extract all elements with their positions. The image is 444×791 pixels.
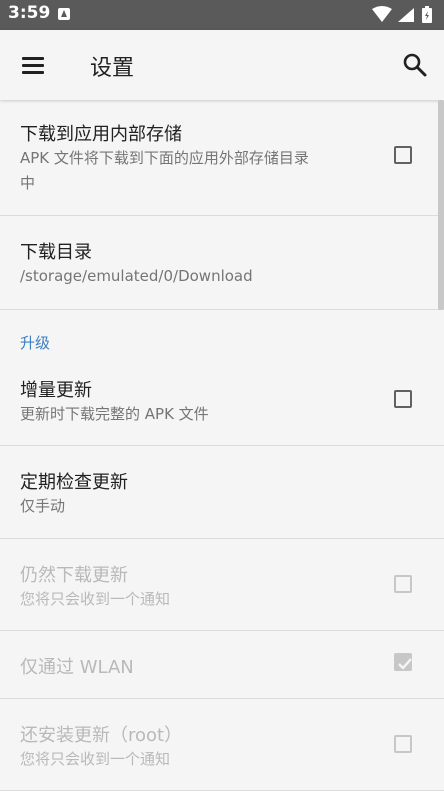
pref-summary-line1: APK 文件将下载到下面的应用外部存储目录	[20, 149, 309, 167]
pref-install-root: 还安装更新（root） 您将只会收到一个通知	[0, 699, 444, 791]
battery-icon	[422, 6, 432, 23]
pref-download-internal-storage[interactable]: 下载到应用内部存储 APK 文件将下载到下面的应用外部存储目录 中	[0, 100, 444, 216]
settings-list: 下载到应用内部存储 APK 文件将下载到下面的应用外部存储目录 中 下载目录 /…	[0, 100, 444, 791]
status-icons	[370, 6, 438, 24]
pref-summary: /storage/emulated/0/Download	[20, 267, 253, 285]
pref-delta-update[interactable]: 增量更新 更新时下载完整的 APK 文件	[0, 358, 444, 446]
pref-title: 下载到应用内部存储	[20, 124, 182, 145]
install-root-checkbox	[394, 735, 412, 753]
pref-still-download-updates: 仍然下载更新 您将只会收到一个通知	[0, 539, 444, 631]
pref-download-directory[interactable]: 下载目录 /storage/emulated/0/Download	[0, 216, 444, 310]
status-time: 3:59	[8, 3, 51, 23]
delta-update-checkbox[interactable]	[394, 390, 412, 408]
menu-icon[interactable]	[20, 52, 48, 78]
app-toolbar: 设置	[0, 30, 444, 100]
scrollbar[interactable]	[438, 100, 444, 310]
page-title: 设置	[90, 56, 135, 81]
pref-title: 仍然下载更新	[20, 565, 128, 586]
pref-summary: 您将只会收到一个通知	[20, 590, 171, 608]
category-upgrade: 升级	[20, 334, 51, 352]
wlan-only-checkbox	[394, 653, 412, 671]
pref-title: 仅通过 WLAN	[20, 657, 134, 678]
pref-title: 还安装更新（root）	[20, 725, 183, 746]
pref-summary-line2: 中	[20, 174, 36, 192]
still-download-checkbox	[394, 575, 412, 593]
search-icon[interactable]	[400, 50, 430, 80]
pref-periodic-check[interactable]: 定期检查更新 仅手动	[0, 446, 444, 539]
check-icon	[398, 658, 412, 670]
pref-title: 下载目录	[20, 242, 92, 263]
signal-icon	[398, 8, 414, 22]
wifi-icon	[372, 6, 392, 22]
pref-wlan-only: 仅通过 WLAN	[0, 631, 444, 699]
pref-summary: 仅手动	[20, 497, 66, 515]
pref-summary: 您将只会收到一个通知	[20, 750, 171, 768]
pref-title: 增量更新	[20, 380, 92, 401]
pref-title: 定期检查更新	[20, 472, 128, 493]
app-notification-icon	[58, 8, 70, 20]
status-bar: 3:59	[0, 0, 444, 30]
pref-summary: 更新时下载完整的 APK 文件	[20, 405, 209, 423]
internal-storage-checkbox[interactable]	[394, 146, 412, 164]
